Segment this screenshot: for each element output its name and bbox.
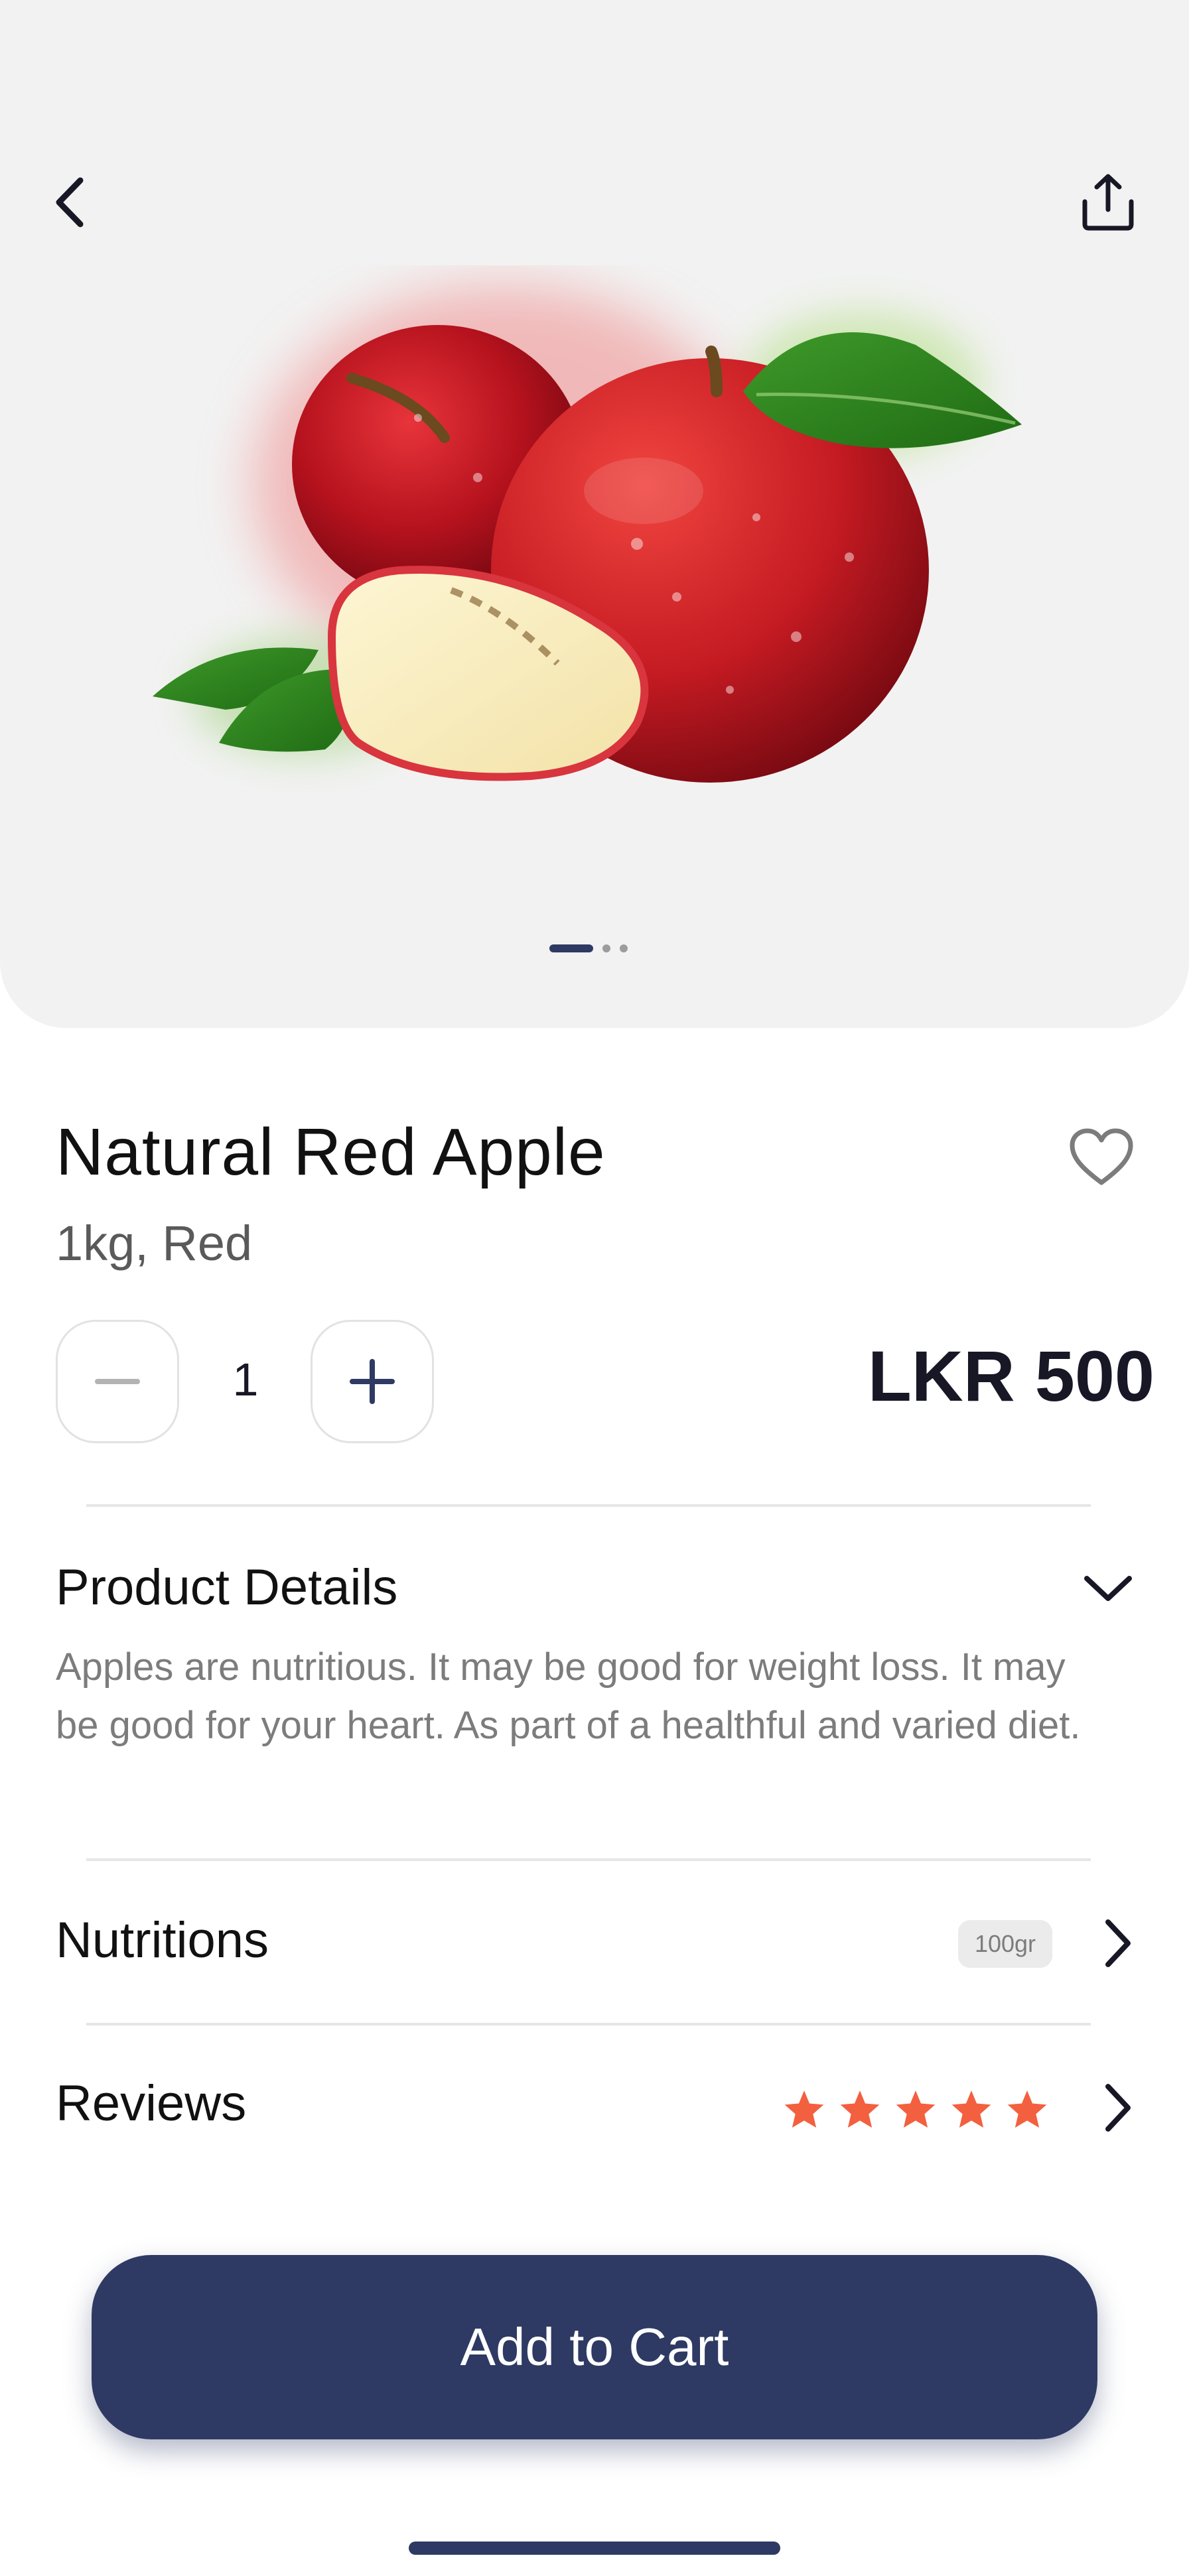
pagination-dot[interactable] [620, 944, 628, 952]
product-title: Natural Red Apple [56, 1115, 606, 1189]
chevron-right-icon [1105, 2084, 1131, 2132]
star-icon [951, 2091, 991, 2128]
add-to-cart-button[interactable]: Add to Cart [92, 2255, 1097, 2439]
apple-image [153, 285, 1022, 783]
product-description: Apples are nutritious. It may be good fo… [56, 1645, 1081, 1747]
nutritions-title[interactable]: Nutritions [56, 1911, 269, 1969]
chevron-right-icon [1105, 1919, 1131, 1967]
nutritions-badge: 100gr [958, 1920, 1052, 1968]
home-indicator [409, 2542, 780, 2555]
product-subtitle: 1kg, Red [56, 1216, 253, 1271]
minus-icon [95, 1379, 140, 1384]
pagination-dot-active[interactable] [549, 944, 593, 952]
favorite-button[interactable] [1062, 1121, 1141, 1194]
product-details-title[interactable]: Product Details [56, 1559, 397, 1616]
share-icon [1082, 174, 1134, 231]
star-icon [784, 2091, 824, 2128]
back-button[interactable] [40, 159, 100, 245]
nutritions-open-button[interactable] [1088, 1910, 1148, 1976]
increase-quantity-button[interactable] [311, 1320, 434, 1443]
reviews-open-button[interactable] [1088, 2075, 1148, 2141]
pagination-dot[interactable] [602, 944, 610, 952]
product-image-gallery[interactable] [0, 0, 1189, 1028]
plus-icon [350, 1359, 395, 1404]
back-icon [56, 177, 84, 227]
divider [86, 2023, 1091, 2026]
rating-stars [783, 2083, 1048, 2136]
product-details-toggle[interactable] [1075, 1559, 1141, 1618]
divider [86, 1858, 1091, 1861]
product-price: LKR 500 [867, 1336, 1154, 1416]
divider [86, 1504, 1091, 1507]
quantity-value[interactable]: 1 [212, 1353, 279, 1406]
star-icon [1007, 2091, 1047, 2128]
share-button[interactable] [1075, 166, 1141, 239]
heart-icon [1070, 1128, 1133, 1185]
gallery-pagination[interactable] [549, 942, 642, 955]
star-icon [840, 2091, 880, 2128]
chevron-down-icon [1084, 1576, 1132, 1601]
star-icon [896, 2091, 936, 2128]
reviews-title[interactable]: Reviews [56, 2075, 246, 2132]
decrease-quantity-button[interactable] [56, 1320, 179, 1443]
